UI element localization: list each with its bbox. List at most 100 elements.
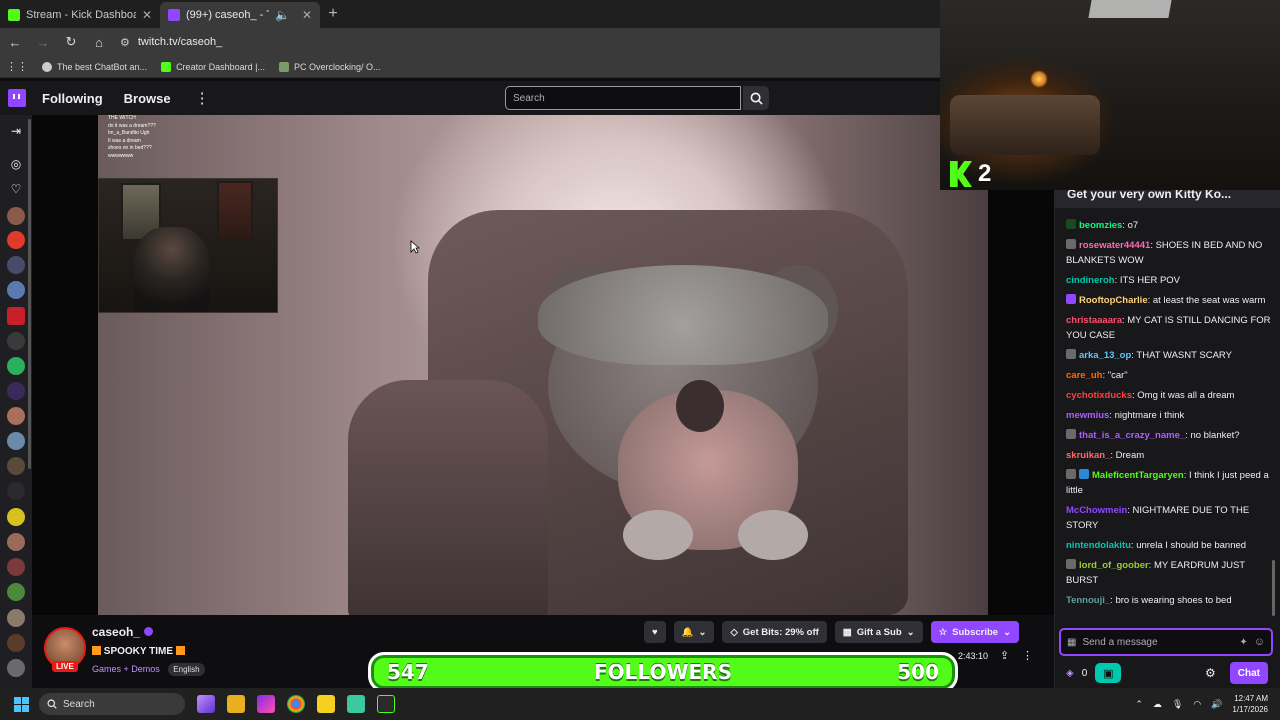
chat-username[interactable]: christaaaara [1066,315,1122,326]
back-arrow-icon[interactable]: ← [8,35,22,50]
more-menu-icon[interactable]: ⋮ [195,89,210,107]
chat-username[interactable]: that_is_a_crazy_name_ [1079,430,1185,441]
file-explorer-icon[interactable] [227,695,245,713]
stories-icon[interactable]: ◎ [8,156,24,172]
apps-grid-icon[interactable]: ⋮⋮ [6,60,28,73]
emote-picker-icon[interactable]: ☺ [1254,636,1265,648]
chat-username[interactable]: mewmius [1066,410,1109,421]
channel-avatar[interactable] [7,407,25,425]
chat-username[interactable]: skruikan_ [1066,450,1110,461]
microphone-icon[interactable]: 🎙 [1172,699,1183,710]
sticky-notes-icon[interactable] [317,695,335,713]
clock[interactable]: 12:47 AM 1/17/2026 [1232,693,1268,715]
channel-name[interactable]: caseoh_ [92,625,140,639]
channel-avatar[interactable] [7,307,25,325]
channel-avatar[interactable] [7,558,25,576]
channel-avatar[interactable] [7,332,25,350]
chat-send-button[interactable]: Chat [1229,662,1268,684]
chat-username[interactable]: care_uh [1066,370,1102,381]
chat-username[interactable]: arka_13_op [1079,350,1131,361]
taskbar-search[interactable]: Search [39,693,185,715]
expand-sidebar-icon[interactable]: ⇥ [8,123,24,139]
search-button[interactable] [743,86,769,110]
language-tag[interactable]: English [168,663,205,676]
webcam-window-shape [217,181,253,241]
overlay-chat-line: wwwwwww [108,152,134,159]
channel-avatar[interactable] [7,256,25,274]
gift-icon[interactable]: ▣ [1095,663,1122,683]
close-tab-icon[interactable]: ✕ [302,8,312,22]
tab-twitch[interactable]: (99+) caseoh_ - Twitch 🔈 ✕ [160,2,320,28]
volume-icon[interactable]: 🔊 [1211,699,1222,710]
chat-username[interactable]: rosewater44441 [1079,240,1150,251]
subscribe-button[interactable]: ☆ Subscribe ⌄ [930,621,1020,643]
send-message-input[interactable] [1082,636,1234,648]
chat-username[interactable]: nintendolakitu [1066,540,1131,551]
followers-current: 547 [387,660,429,684]
channel-avatar[interactable] [7,357,25,375]
get-bits-button[interactable]: ◇ Get Bits: 29% off [722,621,827,643]
app-icon[interactable] [257,695,275,713]
channel-avatar[interactable] [7,432,25,450]
channel-avatar[interactable] [7,508,25,526]
bookmark-item[interactable]: The best ChatBot an... [42,61,147,72]
close-tab-icon[interactable]: ✕ [142,8,152,22]
speaker-icon[interactable]: 🔈 [275,8,290,22]
tab-kick-dashboard[interactable]: Stream - Kick Dashboard ✕ [0,2,160,28]
channel-avatar[interactable] [7,609,25,627]
channel-avatar[interactable] [7,457,25,475]
gift-sub-button[interactable]: ▦ Gift a Sub ⌄ [834,621,923,643]
category-link[interactable]: Games + Demos [92,664,160,674]
url-field[interactable]: ⚙ twitch.tv/caseoh_ [120,36,222,49]
chat-username[interactable]: cychotixducks [1066,390,1132,401]
heart-icon[interactable]: ♡ [8,181,24,197]
reload-icon[interactable]: ↻ [64,34,78,50]
notifications-button[interactable]: 🔔 ⌄ [673,621,715,643]
following-link[interactable]: Following [42,91,103,106]
browse-link[interactable]: Browse [124,91,171,106]
search-input[interactable] [505,86,741,110]
channel-avatar[interactable] [7,482,25,500]
channel-avatar[interactable] [7,634,25,652]
cloud-icon[interactable]: ☁ [1153,699,1162,710]
chat-settings-icon[interactable]: ⚙ [1205,666,1216,680]
chat-scrollbar[interactable] [1272,560,1275,616]
bookmark-item[interactable]: PC Overclocking/ O... [278,61,380,72]
windows-start-icon[interactable] [14,696,29,712]
obs-icon[interactable] [377,695,395,713]
chat-username[interactable]: RooftopCharlie [1079,295,1148,306]
chat-username[interactable]: MaleficentTargaryen [1092,470,1184,481]
chevron-up-icon[interactable]: ⌃ [1135,699,1143,710]
channel-avatar[interactable] [7,207,25,225]
chat-username[interactable]: beomzies [1079,220,1122,231]
sidebar-scrollbar[interactable] [28,119,31,469]
forward-arrow-icon[interactable]: → [36,35,50,50]
app-icon[interactable] [347,695,365,713]
new-tab-button[interactable]: + [320,2,346,28]
share-icon[interactable]: ⇪ [1000,649,1009,662]
chat-username[interactable]: McChowmein [1066,505,1127,516]
follow-heart-button[interactable]: ♥ [644,621,666,643]
live-badge: LIVE [52,661,78,672]
wifi-icon[interactable]: ◠ [1193,699,1201,710]
app-icon[interactable] [197,695,215,713]
pinned-message[interactable]: Get your very own Kitty Ko... [1055,190,1280,208]
chat-username[interactable]: lord_of_goober [1079,560,1149,571]
chat-settings-badge-icon[interactable]: ▦ [1067,637,1076,648]
chrome-icon[interactable] [287,695,305,713]
channel-avatar[interactable] [7,533,25,551]
twitch-logo-icon[interactable] [8,89,26,107]
channel-avatar[interactable] [7,583,25,601]
channel-avatar[interactable] [7,231,25,249]
bookmark-item[interactable]: Creator Dashboard |... [161,61,265,72]
channel-avatar[interactable] [7,659,25,677]
home-icon[interactable]: ⌂ [92,35,106,50]
site-info-icon[interactable]: ⚙ [120,36,130,49]
chat-username[interactable]: Tennouji_ [1066,595,1110,606]
channel-points-icon[interactable]: ◈ [1066,668,1074,679]
channel-avatar[interactable] [7,382,25,400]
channel-avatar[interactable] [7,281,25,299]
bits-cheer-icon[interactable]: ✦ [1239,637,1247,648]
chat-username[interactable]: cindineroh [1066,275,1115,286]
more-options-icon[interactable]: ⋮ [1022,649,1033,662]
